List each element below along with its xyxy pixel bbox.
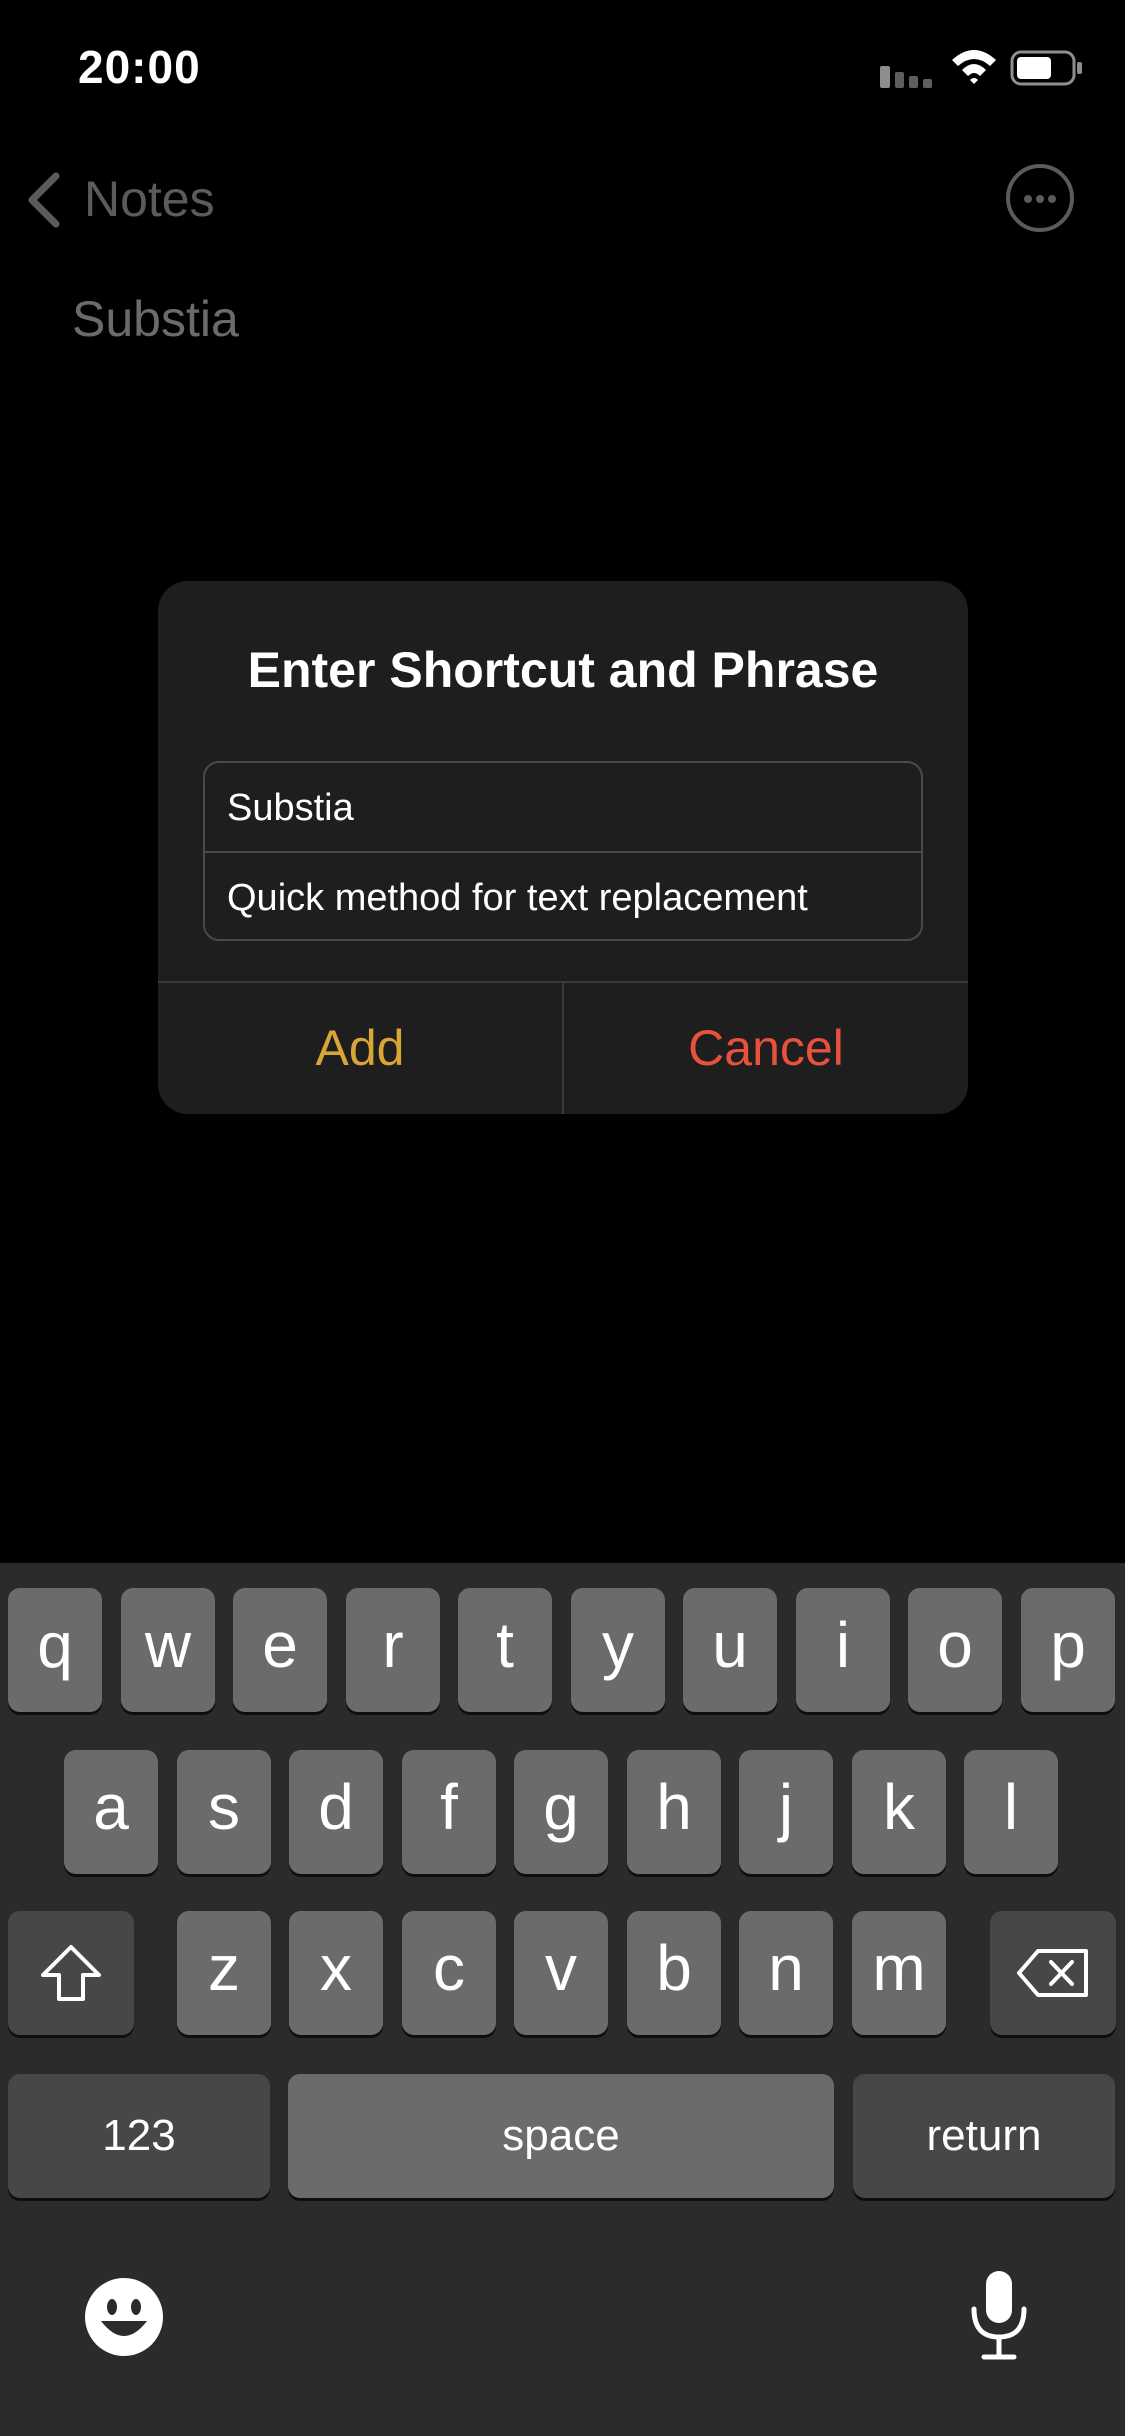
key-j[interactable]: j [739, 1750, 833, 1874]
add-button[interactable]: Add [158, 983, 562, 1114]
key-o[interactable]: o [908, 1588, 1002, 1712]
key-m[interactable]: m [852, 1911, 946, 2035]
return-key[interactable]: return [853, 2074, 1115, 2198]
phrase-field[interactable]: Quick method for text replacement [205, 853, 921, 939]
chevron-left-icon[interactable] [24, 172, 64, 228]
delete-key[interactable] [990, 1911, 1116, 2035]
shortcut-alert: Enter Shortcut and Phrase Substia Quick … [158, 581, 968, 1114]
key-t[interactable]: t [458, 1588, 552, 1712]
key-l[interactable]: l [964, 1750, 1058, 1874]
key-i[interactable]: i [796, 1588, 890, 1712]
nav-bar: Notes [0, 150, 1125, 250]
signal-icon [880, 66, 932, 88]
delete-icon [1017, 1949, 1088, 1997]
key-d[interactable]: d [289, 1750, 383, 1874]
battery-icon [1010, 50, 1082, 86]
key-c[interactable]: c [402, 1911, 496, 2035]
note-body-text[interactable]: Substia [72, 290, 239, 348]
key-f[interactable]: f [402, 1750, 496, 1874]
shift-key[interactable] [8, 1911, 134, 2035]
key-v[interactable]: v [514, 1911, 608, 2035]
key-k[interactable]: k [852, 1750, 946, 1874]
key-w[interactable]: w [121, 1588, 215, 1712]
microphone-icon[interactable] [968, 2269, 1030, 2361]
key-g[interactable]: g [514, 1750, 608, 1874]
alert-title: Enter Shortcut and Phrase [247, 642, 879, 698]
key-e[interactable]: e [233, 1588, 327, 1712]
shift-icon [41, 1945, 101, 2001]
wifi-icon [952, 50, 996, 84]
key-p[interactable]: p [1021, 1588, 1115, 1712]
key-s[interactable]: s [177, 1750, 271, 1874]
key-r[interactable]: r [346, 1588, 440, 1712]
status-time: 20:00 [78, 41, 201, 93]
key-h[interactable]: h [627, 1750, 721, 1874]
status-bar: 20:00 [0, 0, 1125, 140]
key-q[interactable]: q [8, 1588, 102, 1712]
key-u[interactable]: u [683, 1588, 777, 1712]
space-key[interactable]: space [288, 2074, 834, 2198]
key-y[interactable]: y [571, 1588, 665, 1712]
key-n[interactable]: n [739, 1911, 833, 2035]
screen: 20:00 Notes Substia Enter Shortcut and P… [0, 0, 1125, 2436]
emoji-icon[interactable] [84, 2277, 164, 2357]
shortcut-field[interactable]: Substia [205, 763, 921, 853]
key-z[interactable]: z [177, 1911, 271, 2035]
text-field-group: Substia Quick method for text replacemen… [203, 761, 923, 941]
key-x[interactable]: x [289, 1911, 383, 2035]
key-b[interactable]: b [627, 1911, 721, 2035]
numbers-key[interactable]: 123 [8, 2074, 270, 2198]
keyboard: q w e r t y u i o p a s d f g h j k l z … [0, 1563, 1125, 2436]
key-a[interactable]: a [64, 1750, 158, 1874]
cancel-button[interactable]: Cancel [564, 983, 968, 1114]
back-button[interactable]: Notes [84, 170, 215, 228]
more-icon[interactable] [1006, 164, 1074, 232]
